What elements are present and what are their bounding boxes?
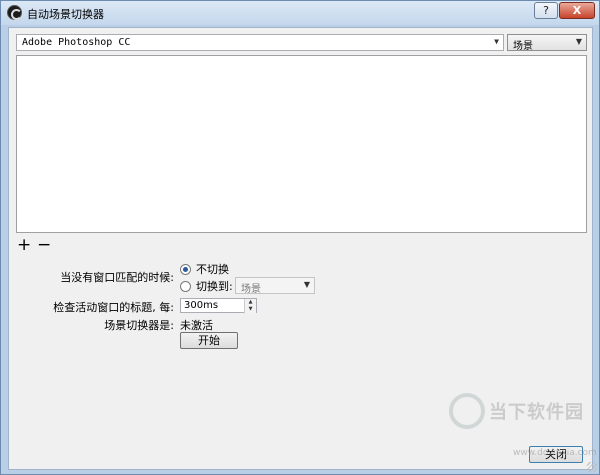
radio-unchecked-icon: [180, 280, 191, 292]
watermark-url: www.downxia.com: [513, 448, 597, 458]
application-select-value: Adobe Photoshop CC: [22, 37, 131, 48]
watermark-logo-icon: [449, 393, 485, 429]
interval-value: 300ms: [184, 300, 219, 311]
interval-spinbox[interactable]: 300ms ▲ ▼: [180, 298, 257, 313]
window-title: 自动场景切换器: [27, 8, 104, 21]
add-button[interactable]: +: [17, 237, 31, 254]
switch-to-scene-select[interactable]: 场景 ▼: [235, 277, 315, 295]
remove-button[interactable]: −: [37, 237, 51, 254]
radio-dont-switch-label: 不切换: [196, 263, 229, 276]
radio-dont-switch[interactable]: 不切换: [180, 261, 229, 277]
scene-select[interactable]: 场景 ▼: [507, 34, 587, 52]
watermark: 当下软件园: [449, 393, 584, 429]
spin-down-icon[interactable]: ▼: [244, 306, 256, 313]
title-bar: 自动场景切换器 ? X: [1, 1, 599, 25]
window-scene-list[interactable]: [16, 55, 587, 233]
switch-to-scene-value: 场景: [241, 284, 261, 295]
window: 自动场景切换器 ? X Adobe Photoshop CC ▼ 场景 ▼ + …: [0, 0, 600, 475]
chevron-down-icon: ▼: [494, 37, 499, 46]
radio-switch-to[interactable]: 切换到:: [180, 278, 233, 294]
chevron-down-icon: ▼: [303, 280, 310, 289]
window-close-button[interactable]: X: [559, 2, 595, 19]
spin-up-icon[interactable]: ▲: [244, 299, 256, 306]
help-button[interactable]: ?: [534, 2, 558, 19]
chevron-down-icon: ▼: [575, 37, 582, 46]
status-value: 未激活: [180, 319, 213, 332]
scene-select-value: 场景: [513, 41, 533, 52]
radio-checked-icon: [180, 263, 191, 275]
application-select[interactable]: Adobe Photoshop CC ▼: [16, 34, 504, 51]
status-label: 场景切换器是:: [104, 319, 174, 332]
radio-switch-to-label: 切换到:: [196, 280, 233, 293]
resize-grip-icon[interactable]: [587, 462, 597, 472]
start-button[interactable]: 开始: [180, 332, 238, 349]
no-match-label: 当没有窗口匹配的时候:: [60, 271, 174, 284]
check-interval-label: 检查活动窗口的标题, 每:: [53, 301, 174, 314]
watermark-text: 当下软件园: [489, 402, 584, 423]
obs-app-icon: [7, 5, 22, 20]
